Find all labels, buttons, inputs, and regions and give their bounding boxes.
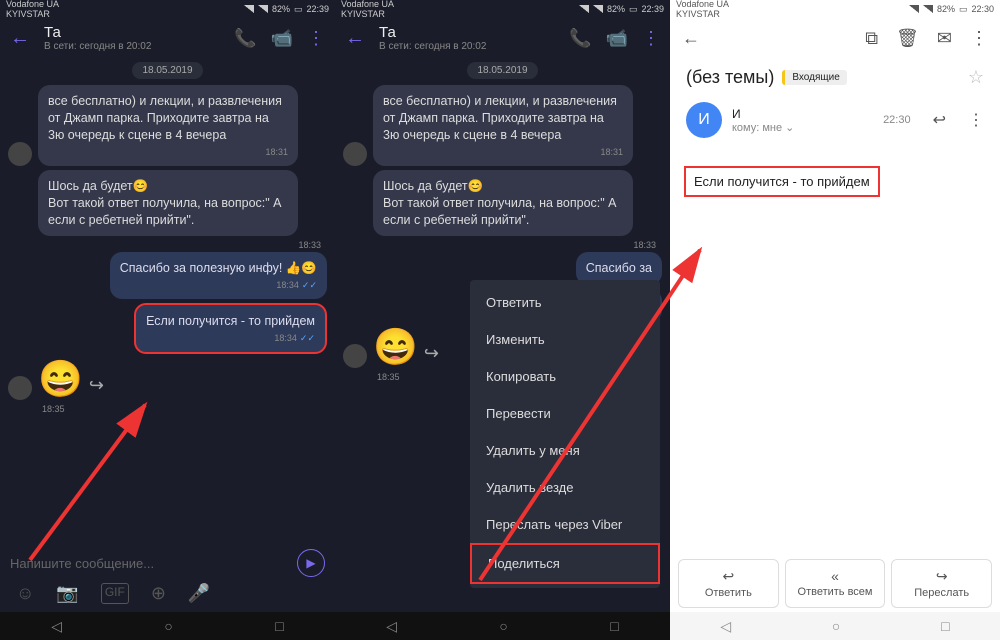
smiley-icon[interactable]: ☺ xyxy=(16,583,34,604)
gmail-panel: Vodafone UAKYIVSTAR 82%▭22:30 ← ⧉ 🗑 ✉ ⋮ … xyxy=(670,0,1000,640)
ctx-share[interactable]: Поделиться xyxy=(470,543,660,584)
android-navbar: ◁ ○ □ xyxy=(0,612,335,640)
mail-time: 22:30 xyxy=(883,114,911,126)
more-icon[interactable]: ⋮ xyxy=(642,28,660,49)
reply-bar: ↩Ответить «Ответить всем ↪Переслать xyxy=(670,559,1000,608)
android-navbar: ◁○□ xyxy=(335,612,670,640)
reply-icon[interactable]: ↩ xyxy=(933,110,946,130)
mail-body-highlighted: Если получится - то прийдем xyxy=(684,166,880,197)
trash-icon[interactable]: 🗑 xyxy=(896,28,919,49)
viber-chat-panel-1: Vodafone UAKYIVSTAR 82%▭22:39 ← ТаВ сети… xyxy=(0,0,335,640)
read-check-icon: ✓✓ xyxy=(302,280,317,290)
message-input[interactable]: Напишите сообщение... xyxy=(10,556,289,571)
reply-all-button[interactable]: «Ответить всем xyxy=(785,559,886,608)
more-icon[interactable]: ⋮ xyxy=(968,110,984,130)
send-button[interactable]: ▶ xyxy=(297,549,325,577)
reply-button[interactable]: ↩Ответить xyxy=(678,559,779,608)
gif-icon[interactable]: GIF xyxy=(101,583,129,604)
avatar[interactable] xyxy=(8,376,32,400)
input-bar: Напишите сообщение... ▶ ☺ 📷 GIF ⊕ 🎤 xyxy=(0,543,335,610)
ctx-translate[interactable]: Перевести xyxy=(470,395,660,432)
forward-icon[interactable]: ↪ xyxy=(89,375,104,395)
mail-icon[interactable]: ✉ xyxy=(937,28,952,49)
video-icon[interactable]: 📹 xyxy=(606,28,628,49)
message-out[interactable]: Спасибо за полезную инфу! 👍😊18:34✓✓ xyxy=(110,252,327,299)
mail-toolbar: ← ⧉ 🗑 ✉ ⋮ xyxy=(670,18,1000,59)
back-arrow-icon[interactable]: ← xyxy=(682,28,700,49)
read-check-icon: ✓✓ xyxy=(300,333,315,343)
reply-all-icon: « xyxy=(790,568,881,584)
status-bar: Vodafone UAKYIVSTAR 82%▭22:39 xyxy=(335,0,670,18)
ctx-forward-viber[interactable]: Переслать через Viber xyxy=(470,506,660,543)
mic-icon[interactable]: 🎤 xyxy=(188,583,210,604)
online-status: В сети: сегодня в 20:02 xyxy=(44,41,220,52)
signal-icon xyxy=(258,5,268,13)
archive-icon[interactable]: ⧉ xyxy=(865,28,878,49)
context-menu: Ответить Изменить Копировать Перевести У… xyxy=(470,280,660,588)
label-chip[interactable]: Входящие xyxy=(782,70,846,85)
nav-home-icon[interactable]: ○ xyxy=(164,618,172,634)
message-in[interactable]: все бесплатно) и лекции, и развлечения о… xyxy=(38,85,298,166)
chevron-down-icon: ⌄ xyxy=(785,122,794,134)
sender-avatar[interactable]: И xyxy=(686,102,722,138)
android-navbar: ◁○□ xyxy=(670,612,1000,640)
ctx-copy[interactable]: Копировать xyxy=(470,358,660,395)
call-icon[interactable]: 📞 xyxy=(569,28,591,49)
sender-name: И xyxy=(732,107,873,121)
status-bar: Vodafone UAKYIVSTAR 82%▭22:30 xyxy=(670,0,1000,18)
status-bar: Vodafone UAKYIVSTAR 82%▭22:39 xyxy=(0,0,335,18)
camera-icon[interactable]: 📷 xyxy=(56,583,78,604)
back-arrow-icon[interactable]: ← xyxy=(345,27,365,50)
ctx-delete-all[interactable]: Удалить везде xyxy=(470,469,660,506)
recipient[interactable]: кому: мне ⌄ xyxy=(732,121,873,134)
message-in[interactable]: Шось да будет😊 Вот такой ответ получила,… xyxy=(38,170,298,237)
call-icon[interactable]: 📞 xyxy=(234,28,256,49)
forward-button[interactable]: ↪Переслать xyxy=(891,559,992,608)
avatar[interactable] xyxy=(8,142,32,166)
mail-subject: (без темы) xyxy=(686,67,774,88)
more-icon[interactable]: ⋮ xyxy=(307,28,325,49)
mail-subject-row: (без темы) Входящие ☆ xyxy=(670,59,1000,92)
nav-back-icon[interactable]: ◁ xyxy=(51,618,62,635)
back-arrow-icon[interactable]: ← xyxy=(10,27,30,50)
chat-header: ← ТаВ сети: сегодня в 20:02 📞 📹 ⋮ xyxy=(335,18,670,58)
more-icon[interactable]: ⋮ xyxy=(970,28,988,49)
message-out-highlighted[interactable]: Если получится - то прийдем18:34✓✓ xyxy=(134,303,327,354)
ctx-edit[interactable]: Изменить xyxy=(470,321,660,358)
star-icon[interactable]: ☆ xyxy=(968,67,984,88)
signal-icon xyxy=(244,5,254,13)
video-icon[interactable]: 📹 xyxy=(271,28,293,49)
chat-header: ← ТаВ сети: сегодня в 20:02 📞 📹 ⋮ xyxy=(0,18,335,58)
mail-from-row: И Икому: мне ⌄ 22:30 ↩ ⋮ xyxy=(670,92,1000,148)
forward-icon: ↪ xyxy=(896,568,987,585)
contact-name[interactable]: Та xyxy=(44,24,220,41)
sticker[interactable]: 😄↪ xyxy=(38,358,104,400)
viber-chat-panel-2: Vodafone UAKYIVSTAR 82%▭22:39 ← ТаВ сети… xyxy=(335,0,670,640)
nav-recent-icon[interactable]: □ xyxy=(275,618,283,634)
ctx-reply[interactable]: Ответить xyxy=(470,284,660,321)
plus-icon[interactable]: ⊕ xyxy=(151,583,166,604)
date-divider: 18.05.2019 xyxy=(132,62,202,79)
reply-icon: ↩ xyxy=(683,568,774,585)
ctx-delete-me[interactable]: Удалить у меня xyxy=(470,432,660,469)
